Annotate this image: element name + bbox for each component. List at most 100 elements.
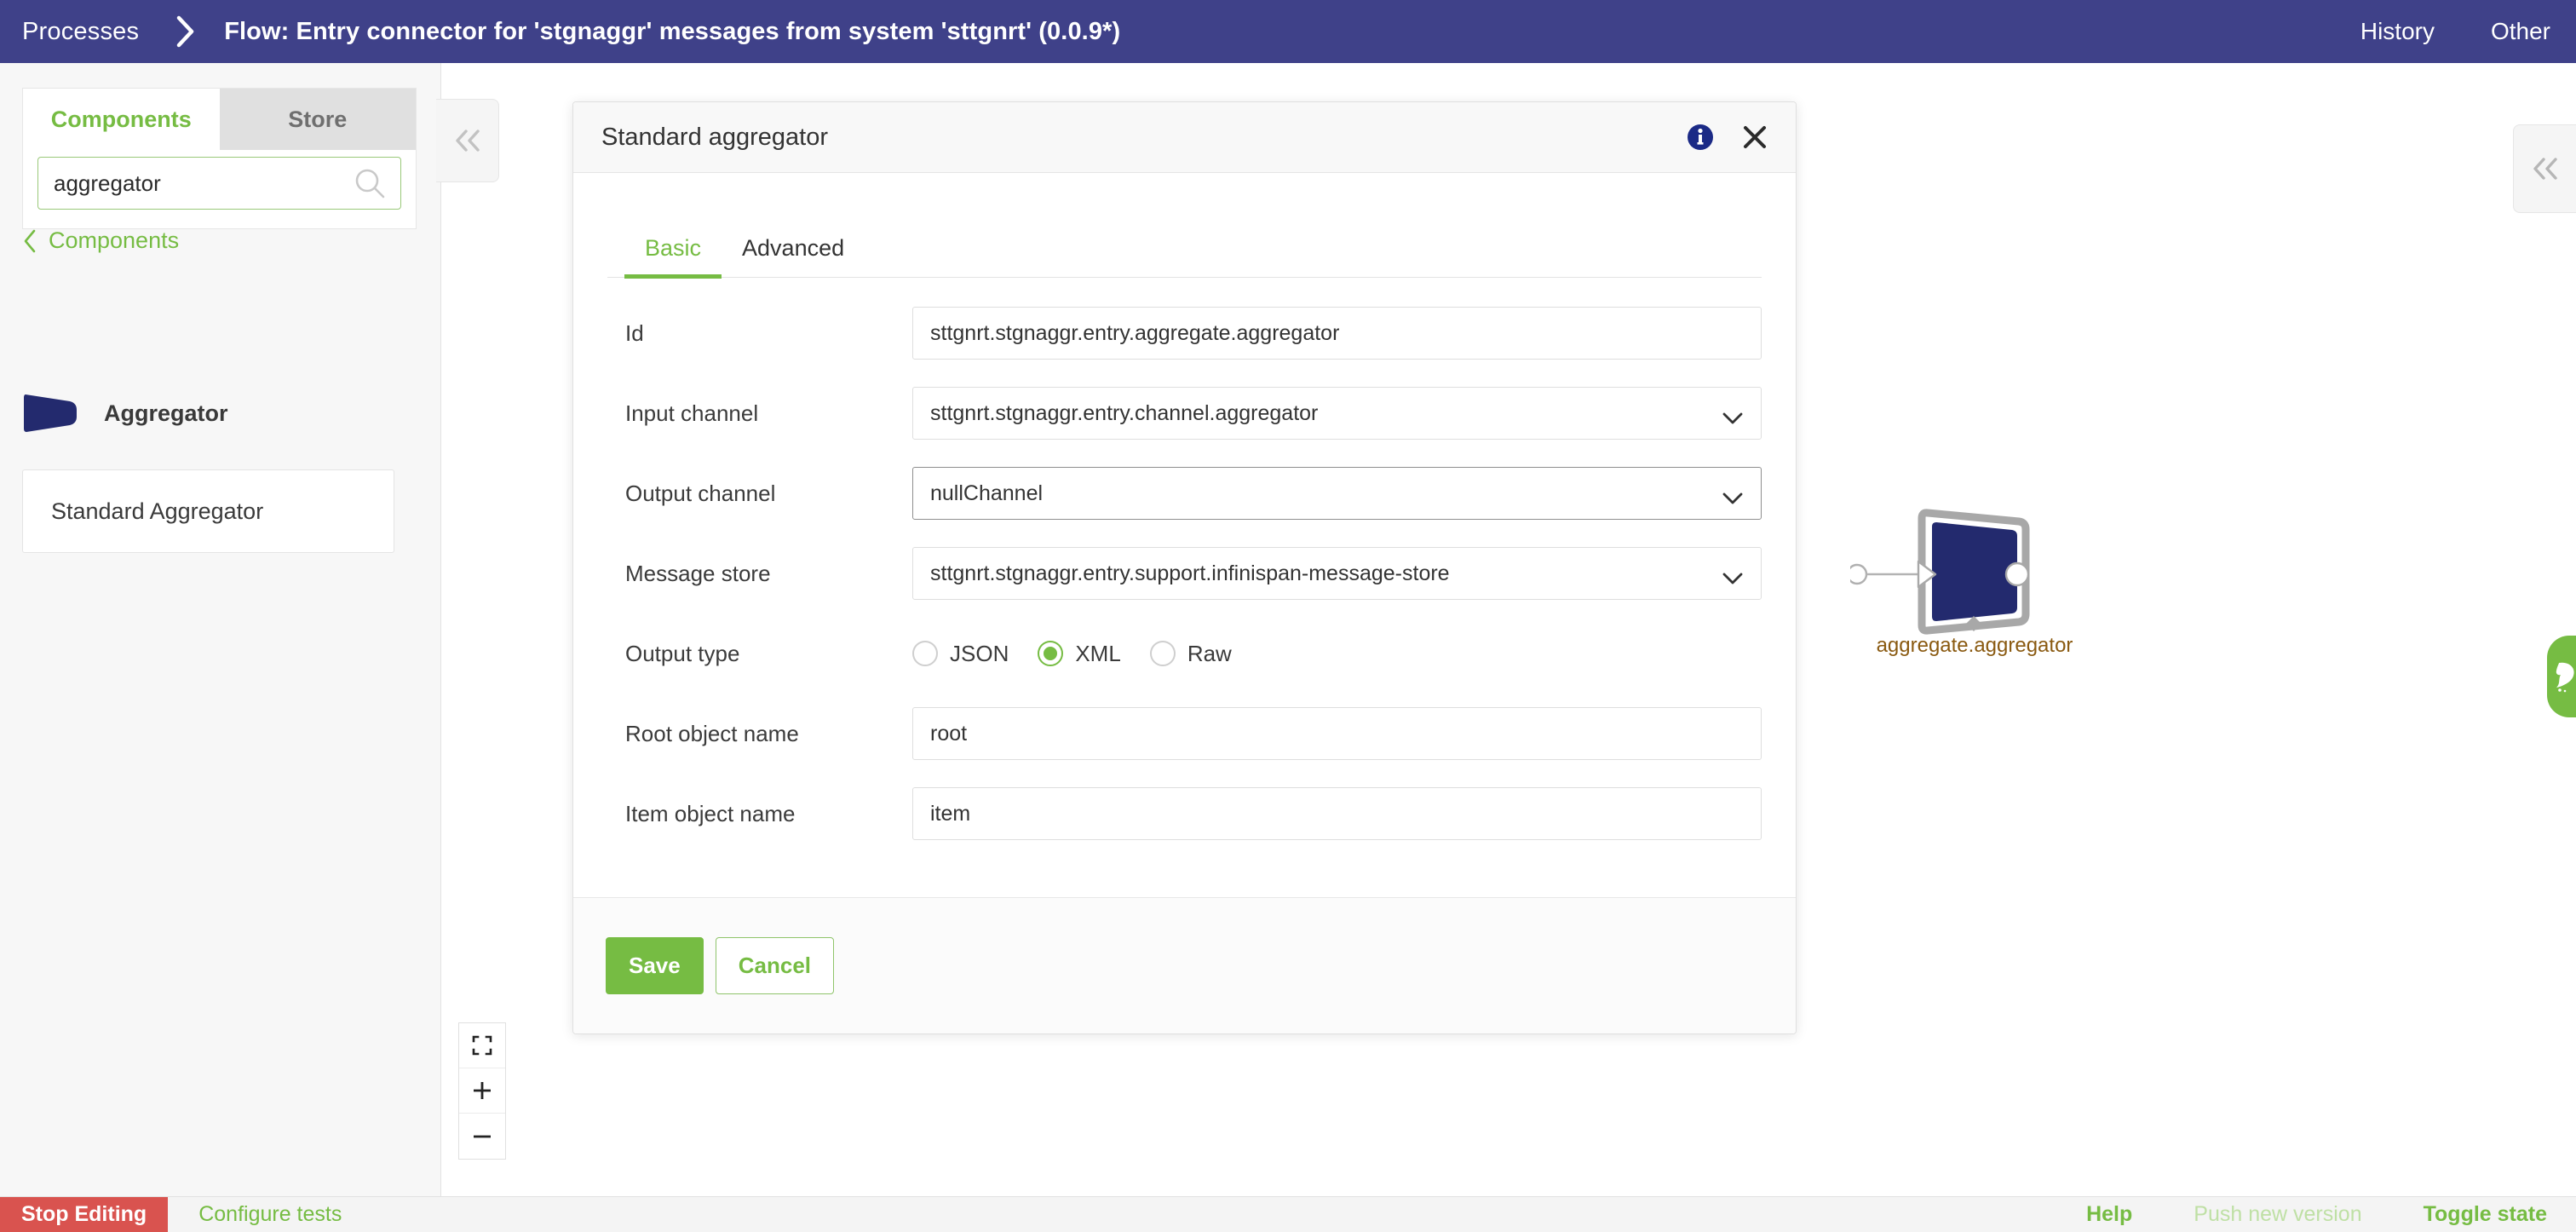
component-item-label: Standard Aggregator [51, 498, 263, 525]
back-link-label: Components [49, 227, 179, 254]
feedback-tab-button[interactable] [2547, 636, 2576, 717]
help-link[interactable]: Help [2086, 1202, 2132, 1227]
form-row-root-object-name: Root object name [607, 694, 1762, 774]
form-row-output-type: Output type JSON XML Raw [607, 613, 1762, 694]
chevron-down-icon [1722, 486, 1744, 500]
radio-output-type-json[interactable]: JSON [912, 641, 1009, 667]
node-output-port [2006, 563, 2028, 585]
search-input[interactable] [38, 158, 400, 209]
chevron-down-icon [1722, 406, 1744, 420]
collapse-sidebar-button[interactable] [436, 99, 499, 182]
list-item-standard-aggregator[interactable]: Standard Aggregator [22, 469, 394, 553]
fit-screen-button[interactable] [459, 1023, 505, 1068]
fit-to-screen-icon [471, 1034, 493, 1056]
toggle-state-link[interactable]: Toggle state [2424, 1202, 2547, 1227]
input-channel-value: sttgnrt.stgnaggr.entry.channel.aggregato… [930, 401, 1722, 426]
tab-basic[interactable]: Basic [624, 235, 722, 277]
radio-output-type-raw[interactable]: Raw [1150, 641, 1232, 667]
double-chevron-left-icon [451, 127, 484, 154]
push-new-version-link: Push new version [2194, 1202, 2361, 1227]
save-button[interactable]: Save [606, 937, 704, 994]
chevron-right-icon [175, 14, 197, 49]
sidebar-tabs-card: Components Store [22, 88, 417, 229]
breadcrumb-back-components[interactable]: Components [23, 227, 179, 254]
zoom-out-button[interactable] [459, 1114, 505, 1159]
label-item-object-name: Item object name [607, 801, 912, 827]
bottom-bar-right-links: Help Push new version Toggle state [2025, 1202, 2576, 1227]
search-icon[interactable] [353, 166, 387, 200]
flow-node-aggregator[interactable] [1850, 499, 2097, 644]
close-icon[interactable] [1742, 124, 1768, 150]
configure-tests-link[interactable]: Configure tests [198, 1202, 342, 1227]
feedback-icon [2550, 656, 2576, 698]
stop-editing-button[interactable]: Stop Editing [0, 1197, 168, 1232]
collapse-right-panel-button[interactable] [2513, 124, 2576, 213]
standard-aggregator-dialog: Standard aggregator Basic Advanced Id [572, 101, 1797, 1034]
label-output-channel: Output channel [607, 481, 912, 507]
label-input-channel: Input channel [607, 400, 912, 427]
root-object-name-input[interactable] [912, 707, 1762, 760]
radio-label-raw: Raw [1187, 641, 1232, 667]
field-output-type: JSON XML Raw [912, 641, 1762, 667]
field-input-channel: sttgnrt.stgnaggr.entry.channel.aggregato… [912, 387, 1762, 440]
message-store-select[interactable]: sttgnrt.stgnaggr.entry.support.infinispa… [912, 547, 1762, 600]
field-item-object-name [912, 787, 1762, 840]
field-output-channel: nullChannel [912, 467, 1762, 520]
nav-link-other[interactable]: Other [2491, 18, 2550, 45]
flow-node-label: aggregate.aggregator [1826, 634, 2124, 658]
top-navigation-bar: Processes Flow: Entry connector for 'stg… [0, 0, 2576, 63]
output-type-radio-group: JSON XML Raw [912, 641, 1762, 667]
form-row-id: Id [607, 293, 1762, 373]
info-circle-icon[interactable] [1686, 123, 1715, 152]
node-input-port [1850, 565, 1866, 584]
components-sidebar: Components Store Components [0, 63, 441, 1196]
component-group-aggregator: Aggregator [22, 391, 228, 435]
sidebar-tab-strip: Components Store [23, 89, 416, 150]
chevron-down-icon [1722, 567, 1744, 580]
form-row-output-channel: Output channel nullChannel [607, 453, 1762, 533]
output-channel-value: nullChannel [930, 481, 1722, 506]
top-nav-links: History Other [2304, 0, 2576, 63]
field-message-store: sttgnrt.stgnaggr.entry.support.infinispa… [912, 547, 1762, 600]
double-chevron-left-icon [2529, 155, 2562, 182]
dialog-tab-strip: Basic Advanced [607, 210, 1762, 278]
tab-components[interactable]: Components [23, 89, 220, 150]
item-object-name-input[interactable] [912, 787, 1762, 840]
page-title: Flow: Entry connector for 'stgnaggr' mes… [224, 18, 1120, 46]
radio-label-xml: XML [1075, 641, 1120, 667]
field-root-object-name [912, 707, 1762, 760]
breadcrumb: Processes Flow: Entry connector for 'stg… [0, 14, 1120, 49]
form-row-item-object-name: Item object name [607, 774, 1762, 854]
search-box[interactable] [37, 157, 401, 210]
tab-advanced[interactable]: Advanced [722, 235, 865, 277]
radio-output-type-xml[interactable]: XML [1038, 641, 1120, 667]
minus-icon [471, 1125, 493, 1148]
label-root-object-name: Root object name [607, 721, 912, 747]
nav-link-history[interactable]: History [2360, 18, 2435, 45]
aggregator-form: Id Input channel sttgnrt.stgnaggr.entry.… [607, 278, 1762, 854]
dialog-title: Standard aggregator [601, 124, 1686, 152]
label-message-store: Message store [607, 561, 912, 587]
sidebar-search-wrap [23, 150, 416, 228]
label-id: Id [607, 320, 912, 347]
dialog-header: Standard aggregator [573, 102, 1796, 173]
plus-icon [471, 1079, 493, 1102]
output-channel-select[interactable]: nullChannel [912, 467, 1762, 520]
breadcrumb-processes-link[interactable]: Processes [0, 18, 139, 46]
label-output-type: Output type [607, 641, 912, 667]
form-row-message-store: Message store sttgnrt.stgnaggr.entry.sup… [607, 533, 1762, 613]
dialog-footer: Save Cancel [573, 897, 1796, 1033]
tab-store[interactable]: Store [220, 89, 417, 150]
dialog-body: Basic Advanced Id Input channel sttgnrt.… [573, 210, 1796, 1005]
form-row-input-channel: Input channel sttgnrt.stgnaggr.entry.cha… [607, 373, 1762, 453]
message-store-value: sttgnrt.stgnaggr.entry.support.infinispa… [930, 561, 1722, 586]
input-channel-select[interactable]: sttgnrt.stgnaggr.entry.channel.aggregato… [912, 387, 1762, 440]
zoom-in-button[interactable] [459, 1068, 505, 1114]
chevron-left-icon [23, 229, 37, 253]
bottom-status-bar: Stop Editing Configure tests Help Push n… [0, 1196, 2576, 1232]
canvas-zoom-controls [458, 1022, 506, 1160]
component-group-label: Aggregator [104, 400, 228, 427]
cancel-button[interactable]: Cancel [716, 937, 834, 994]
aggregator-shape-icon [22, 391, 78, 435]
id-input[interactable] [912, 307, 1762, 360]
